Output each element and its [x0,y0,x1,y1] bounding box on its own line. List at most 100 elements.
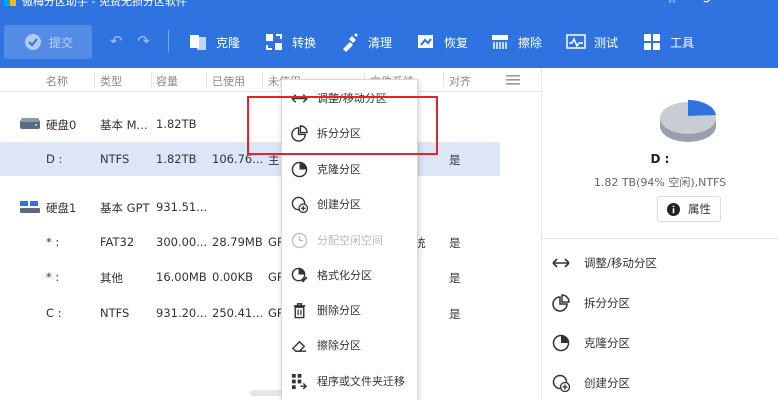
selected-partition-info: 1.82 TB(94% 空闲),NTFS [593,176,727,189]
clean-icon [343,33,358,52]
row-name: * : [46,270,60,284]
menu-item-label: 分配空闲空间 [317,234,383,247]
hard-disk-gpt-icon [20,201,40,213]
menu-item-clone-partition[interactable]: 克隆分区 [282,156,417,182]
row-capacity: 931.51... [156,200,208,214]
menu-item-label: 程序或文件夹迁移 [317,375,405,388]
menu-item-app-migrate[interactable]: 程序或文件夹迁移 [282,368,417,394]
selected-partition-name: D : [650,152,670,166]
properties-button[interactable]: 属性 [657,196,721,222]
undo-icon[interactable]: ↶ [110,32,123,50]
convert-button[interactable]: 转换 [264,24,316,60]
action-clone-partition[interactable]: 克隆分区 [552,331,630,355]
row-used: 0.00KB [212,270,254,284]
test-icon [566,34,586,49]
eraser-icon [291,340,307,352]
submit-button[interactable]: 提交 [4,25,92,59]
menu-item-format-partition[interactable]: 格式化分区 [282,262,417,288]
wipe-button[interactable]: 擦除 [490,24,542,60]
split-partition-icon [552,294,570,312]
menu-item-label: 擦除分区 [317,339,361,352]
menu-item-create-partition[interactable]: 创建分区 [282,191,417,217]
row-name: D : [46,152,63,166]
table-row-disk1[interactable]: 硬盘1 基本 GPT 931.51... [0,190,500,224]
clone-icon [190,35,206,50]
column-used[interactable]: 已使用 [212,73,245,89]
column-type[interactable]: 类型 [100,73,122,89]
row-used: 28.79MB [212,235,263,249]
column-separator [443,72,444,87]
panel-divider [541,68,542,400]
column-capacity[interactable]: 容量 [156,73,178,89]
toolbar-separator [168,30,169,52]
recover-button[interactable]: 恢复 [416,24,468,60]
clone-partition-icon [552,334,570,352]
action-label: 克隆分区 [584,336,630,350]
column-name[interactable]: 名称 [46,73,68,89]
disk-usage-pie-chart [660,100,716,142]
properties-label: 属性 [688,202,711,216]
clean-button[interactable]: 清理 [340,24,392,60]
row-name: C : [46,306,62,320]
action-split-partition[interactable]: 拆分分区 [552,291,630,315]
row-name: 硬盘0 [46,118,77,132]
action-resize-move[interactable]: 调整/移动分区 [552,251,657,275]
toolbar: 傲梅分区助手 - 免费无损分区软件 ☆ ⟲ — 提交 ↶ ↷ 克隆 转换 清理 [0,0,778,68]
menu-item-label: 创建分区 [317,198,361,211]
menu-item-wipe-partition[interactable]: 擦除分区 [282,332,417,358]
column-separator [151,72,152,87]
row-type: NTFS [100,152,130,166]
tools-label: 工具 [670,35,695,50]
menu-item-delete-partition[interactable]: 删除分区 [282,297,417,323]
column-align[interactable]: 对齐 [449,73,471,89]
tools-button[interactable]: 工具 [642,24,694,60]
row-align: 是 [449,271,461,285]
row-align: 是 [449,153,461,167]
row-type: 基本 GPT [100,201,150,215]
redo-icon[interactable]: ↷ [137,32,150,50]
test-label: 测试 [594,35,619,50]
column-separator [262,72,263,87]
clean-label: 清理 [368,35,393,50]
row-type: 基本 M... [100,118,148,132]
menu-item-label: 删除分区 [317,304,361,317]
undo-redo-group: ↶ ↷ [110,32,160,50]
refresh-icon[interactable]: ⟲ [697,0,713,8]
column-separator [94,72,95,87]
table-row-partition-msr[interactable]: * : 其他 16.00MB 0.00KB GP 是 [0,260,500,294]
clone-partition-icon [291,161,308,177]
title-bar: 傲梅分区助手 - 免费无损分区软件 ☆ ⟲ — [0,0,778,10]
app-logo-icon [4,0,16,6]
column-separator [206,72,207,87]
info-icon [667,202,680,216]
table-row-partition-efi[interactable]: * : FAT32 300.00... 28.79MB GP 统 是 [0,225,500,259]
row-type: FAT32 [100,235,135,249]
allocate-free-space-icon [291,232,308,248]
row-capacity: 300.00... [156,235,208,249]
create-partition-icon [291,196,308,213]
action-label: 拆分分区 [584,296,630,310]
clone-label: 克隆 [216,35,241,50]
row-type: NTFS [100,306,130,320]
favorite-icon[interactable]: ☆ [664,0,680,8]
create-partition-icon [552,374,570,392]
submit-label: 提交 [48,35,73,50]
menu-item-label: 格式化分区 [317,269,372,282]
action-create-partition[interactable]: 创建分区 [552,371,630,395]
convert-label: 转换 [292,35,317,50]
clone-button[interactable]: 克隆 [188,24,240,60]
action-label: 创建分区 [584,376,630,390]
row-capacity: 1.82TB [156,117,197,131]
column-settings-icon[interactable] [506,75,520,85]
minimize-icon[interactable]: — [730,0,746,8]
table-row-partition-c[interactable]: C : NTFS 931.20... 250.41... GP 是 [0,296,500,330]
menu-item-label: 克隆分区 [317,163,361,176]
wipe-icon [492,35,508,49]
row-align: 是 [449,307,461,321]
menu-item-allocate-free-space: 分配空闲空间 [282,227,417,253]
row-capacity: 931.20... [156,306,208,320]
resize-move-icon [552,258,570,268]
row-used: 250.41... [212,306,264,320]
table-header: 名称 类型 容量 已使用 未使用 文件系统 对齐 [0,68,541,92]
test-button[interactable]: 测试 [566,24,618,60]
